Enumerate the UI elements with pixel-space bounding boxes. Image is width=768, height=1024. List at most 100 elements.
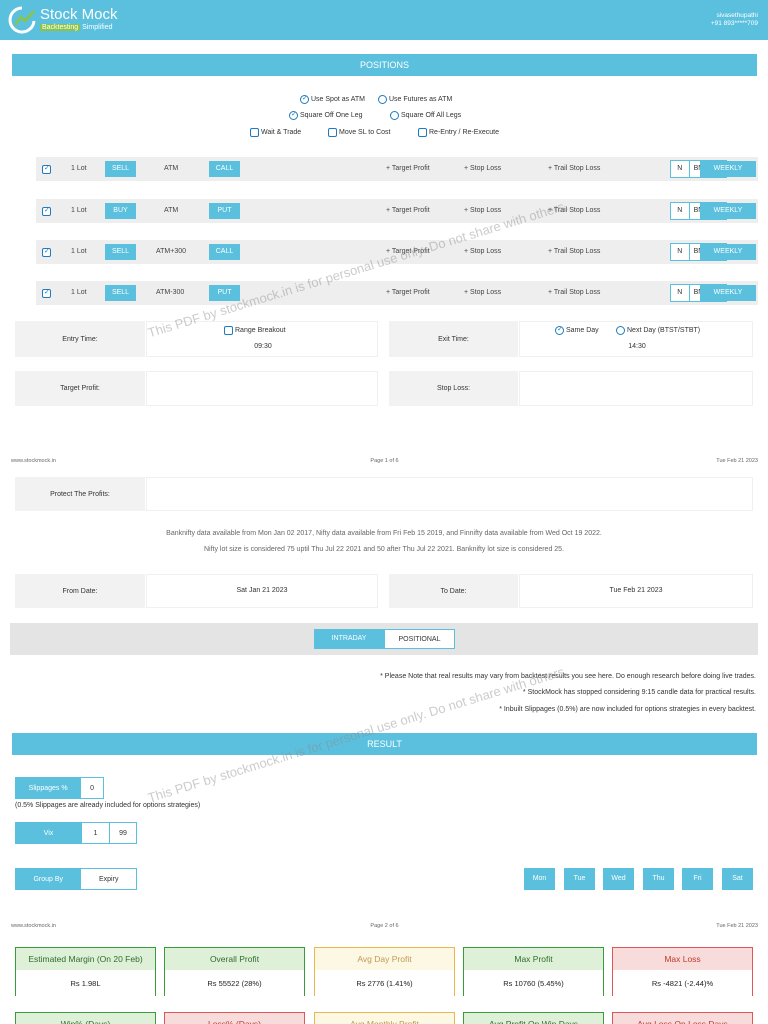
top-bar: Stock Mock Backtesting Simplified sivase…	[0, 0, 768, 40]
reentry-checkbox[interactable]: Re-Entry / Re-Execute	[418, 128, 499, 137]
card-title: Max Profit	[464, 948, 603, 970]
footer-date: Tue Feb 21 2023	[716, 458, 758, 464]
use-futures-atm-option[interactable]: Use Futures as ATM	[378, 95, 452, 104]
day-filter-tue[interactable]: Tue	[564, 868, 595, 890]
target-profit-input[interactable]	[146, 371, 378, 406]
leg-expiry-button[interactable]: WEEKLY	[700, 244, 756, 260]
day-filter-thu[interactable]: Thu	[643, 868, 674, 890]
to-date-label: To Date:	[389, 574, 518, 608]
protect-profits-label: Protect The Profits:	[15, 477, 145, 511]
day-filter-mon[interactable]: Mon	[524, 868, 555, 890]
slippage-field: Slippages % 0	[15, 777, 104, 799]
leg-type-button[interactable]: CALL	[209, 244, 240, 260]
leg-side-button[interactable]: SELL	[105, 244, 136, 260]
slippage-label: Slippages %	[16, 778, 81, 798]
user-name: sivasethupathi	[716, 12, 758, 19]
footer-page: Page 2 of 6	[370, 923, 399, 929]
to-date-input[interactable]: Tue Feb 21 2023	[519, 574, 753, 608]
leg-side-button[interactable]: SELL	[105, 161, 136, 177]
vix-max-input[interactable]: 99	[109, 823, 136, 843]
leg-strike[interactable]: ATM	[164, 199, 178, 223]
exit-time-value[interactable]: 14:30	[520, 343, 754, 350]
day-filter-wed[interactable]: Wed	[603, 868, 634, 890]
leg-type-button[interactable]: CALL	[209, 161, 240, 177]
card-title: Estimated Margin (On 20 Feb)	[16, 948, 155, 970]
card-value: Rs -4821 (-2.44)%	[613, 970, 752, 997]
radio-icon	[616, 326, 625, 335]
leg-target-profit[interactable]: + Target Profit	[386, 281, 430, 305]
same-day-option[interactable]: Same Day	[555, 325, 599, 335]
wait-trade-checkbox[interactable]: Wait & Trade	[250, 128, 301, 137]
leg-expiry-button[interactable]: WEEKLY	[700, 285, 756, 301]
day-filter-fri[interactable]: Fri	[682, 868, 713, 890]
square-off-all-legs-option[interactable]: Square Off All Legs	[390, 111, 461, 120]
day-filter-sat[interactable]: Sat	[722, 868, 753, 890]
leg-stop-loss[interactable]: + Stop Loss	[464, 157, 501, 181]
tab-positional[interactable]: POSITIONAL	[384, 629, 455, 649]
next-day-option[interactable]: Next Day (BTST/STBT)	[616, 326, 700, 335]
range-breakout-checkbox[interactable]: Range Breakout	[224, 326, 286, 335]
avg-loss-loss-days-card: Avg Loss On Loss Days	[612, 1012, 753, 1024]
vix-min-input[interactable]: 1	[81, 823, 109, 843]
card-title: Avg Monthly Profit	[315, 1013, 454, 1024]
leg-lots[interactable]: 1 Lot	[71, 281, 87, 305]
leg-expiry-button[interactable]: WEEKLY	[700, 203, 756, 219]
leg-checkbox-icon[interactable]	[42, 206, 51, 216]
leg-lots[interactable]: 1 Lot	[71, 199, 87, 223]
page-footer-1: www.stockmock.in Page 1 of 6 Tue Feb 21 …	[11, 458, 758, 464]
leg-stop-loss[interactable]: + Stop Loss	[464, 240, 501, 264]
slippage-input[interactable]: 0	[80, 778, 103, 798]
index-n: N	[671, 203, 690, 219]
from-date-label: From Date:	[15, 574, 145, 608]
leg-trail-stop-loss[interactable]: + Trail Stop Loss	[548, 240, 600, 264]
positions-header: POSITIONS	[12, 54, 757, 76]
leg-target-profit[interactable]: + Target Profit	[386, 199, 430, 223]
brand-tagline: Backtesting Simplified	[40, 24, 113, 31]
leg-target-profit[interactable]: + Target Profit	[386, 157, 430, 181]
brand-logo[interactable]: Stock Mock Backtesting Simplified	[6, 5, 126, 35]
group-by-select[interactable]: Expiry	[80, 869, 136, 889]
win-percent-card: Win% (Days)	[15, 1012, 156, 1024]
max-loss-card: Max Loss Rs -4821 (-2.44)%	[612, 947, 753, 997]
square-off-one-leg-option[interactable]: Square Off One Leg	[289, 110, 363, 120]
leg-lots[interactable]: 1 Lot	[71, 157, 87, 181]
leg-row-2: 1 Lot BUY ATM PUT + Target Profit + Stop…	[36, 199, 758, 223]
leg-lots[interactable]: 1 Lot	[71, 240, 87, 264]
radio-icon	[378, 95, 387, 104]
leg-checkbox-icon[interactable]	[42, 164, 51, 174]
user-info[interactable]: sivasethupathi +91 893*****709	[711, 12, 758, 28]
protect-profits-input[interactable]	[146, 477, 753, 511]
entry-time-value[interactable]: 09:30	[147, 343, 379, 350]
leg-strike[interactable]: ATM-300	[156, 281, 184, 305]
card-title: Loss% (Days)	[165, 1013, 304, 1024]
stop-loss-label: Stop Loss:	[389, 371, 518, 406]
leg-type-button[interactable]: PUT	[209, 203, 240, 219]
index-n: N	[671, 161, 690, 177]
checkbox-icon	[418, 128, 427, 137]
leg-expiry-button[interactable]: WEEKLY	[700, 161, 756, 177]
vix-field: Vix 1 99	[15, 822, 137, 844]
move-sl-cost-checkbox[interactable]: Move SL to Cost	[328, 128, 391, 137]
leg-strike[interactable]: ATM	[164, 157, 178, 181]
radio-icon	[289, 110, 298, 120]
leg-trail-stop-loss[interactable]: + Trail Stop Loss	[548, 157, 600, 181]
entry-time-label: Entry Time:	[15, 321, 145, 357]
from-date-input[interactable]: Sat Jan 21 2023	[146, 574, 378, 608]
leg-strike[interactable]: ATM+300	[156, 240, 186, 264]
logo-swoosh-icon	[8, 6, 36, 34]
leg-side-button[interactable]: BUY	[105, 203, 136, 219]
leg-side-button[interactable]: SELL	[105, 285, 136, 301]
lot-size-info: Nifty lot size is considered 75 uptil Th…	[203, 546, 565, 553]
leg-trail-stop-loss[interactable]: + Trail Stop Loss	[548, 281, 600, 305]
data-availability-info: Banknifty data available from Mon Jan 02…	[166, 530, 602, 537]
exit-time-box: Same Day Next Day (BTST/STBT) 14:30	[519, 321, 753, 357]
stop-loss-input[interactable]	[519, 371, 753, 406]
use-spot-atm-option[interactable]: Use Spot as ATM	[300, 94, 365, 104]
leg-checkbox-icon[interactable]	[42, 247, 51, 257]
avg-monthly-profit-card: Avg Monthly Profit	[314, 1012, 455, 1024]
leg-checkbox-icon[interactable]	[42, 288, 51, 298]
tab-intraday[interactable]: INTRADAY	[314, 629, 384, 649]
radio-icon	[390, 111, 399, 120]
leg-stop-loss[interactable]: + Stop Loss	[464, 281, 501, 305]
card-value: Rs 55522 (28%)	[165, 970, 304, 997]
